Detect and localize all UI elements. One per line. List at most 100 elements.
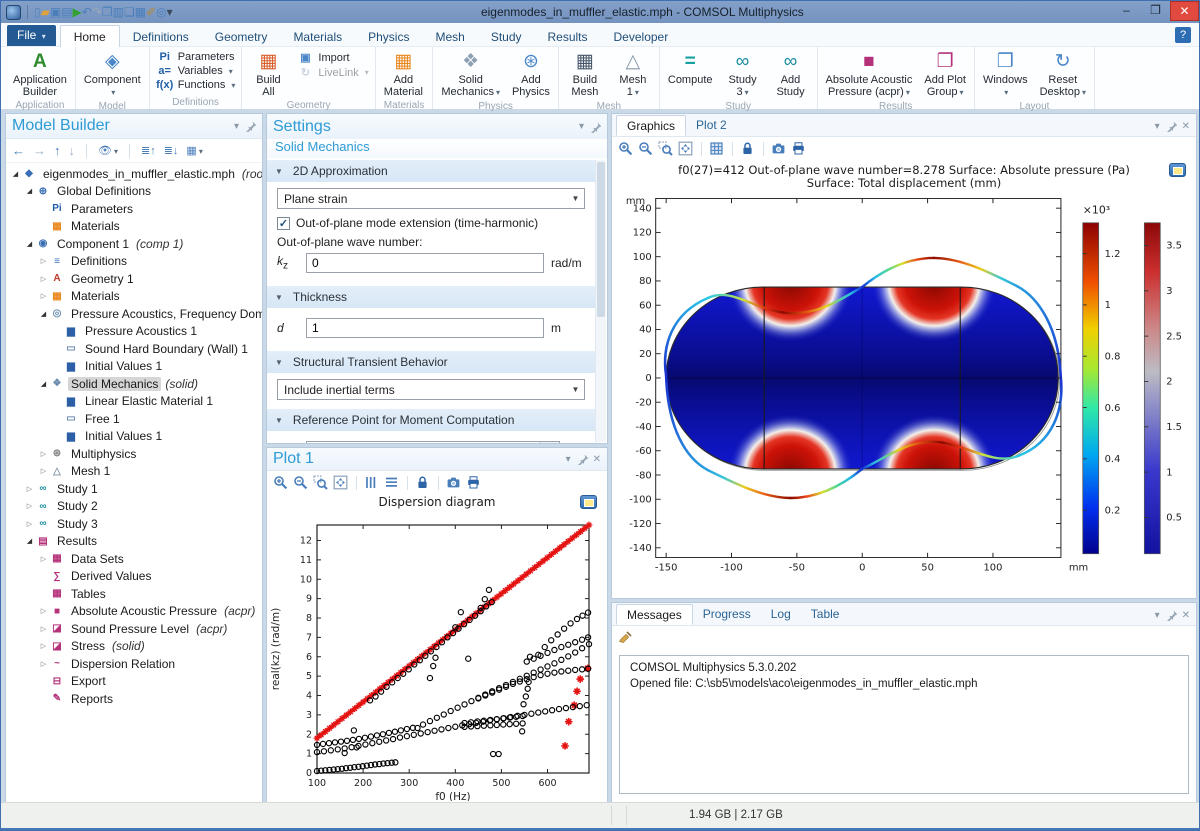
pin-icon[interactable] [1165,609,1177,621]
collapse-all-icon[interactable]: ≣↑ [141,144,156,157]
tree-item-stress[interactable]: ▷◪Stress(solid) [6,638,262,656]
tree-expander-icon[interactable]: ▷ [38,642,49,650]
tree-expander-icon[interactable]: ▷ [38,450,49,458]
tree-item-study-3[interactable]: ▷∞Study 3 [6,515,262,533]
duplicate-icon[interactable]: ❏ [124,5,135,19]
delete-icon[interactable]: ▦ [135,5,146,19]
show-options-icon[interactable]: 👁︎▾ [98,144,118,157]
tree-expander-icon[interactable]: ▷ [38,625,49,633]
tree-item-linear-elastic-material-1[interactable]: ▆Linear Elastic Material 1 [6,393,262,411]
move-up-icon[interactable]: ↑ [54,143,61,158]
build-mesh-button[interactable]: ▦BuildMesh [562,48,608,101]
livelink-button[interactable]: ↻LiveLink▾ [292,65,372,80]
application-builder-button[interactable]: AApplicationBuilder [8,48,72,100]
lock-icon[interactable] [415,475,431,491]
pin-icon[interactable] [576,453,588,465]
out-of-plane-checkbox[interactable]: ✓ [277,217,290,230]
axis-x-icon[interactable] [384,475,400,491]
tree-expander-icon[interactable]: ◢ [24,240,35,248]
tree-item-sound-pressure-level[interactable]: ▷◪Sound Pressure Level(acpr) [6,620,262,638]
minimize-button[interactable]: – [1112,1,1141,21]
zoom-box-icon[interactable] [658,141,674,157]
tree-item-materials[interactable]: ▦Materials [6,218,262,236]
mesh-1-button[interactable]: △Mesh1▾ [610,48,656,101]
move-down-icon[interactable]: ↓ [69,143,76,158]
camera-icon[interactable] [771,141,787,157]
functions-button[interactable]: f(x)Functions▾ [152,78,240,92]
model-settings-icon[interactable]: ▦▾ [186,144,202,157]
close-panel-icon[interactable]: ✕ [1182,121,1190,132]
tree-item-pressure-acoustics-frequency-domain[interactable]: ◢◎Pressure Acoustics, Frequency Domain(a… [6,305,262,323]
copy-icon[interactable]: ❐ [102,5,113,19]
2d-approximation-select[interactable]: Plane strain ▼ [277,188,585,209]
tree-item-initial-values-1[interactable]: ▆Initial Values 1 [6,428,262,446]
section-reference-point[interactable]: ▼ Reference Point for Moment Computation [267,409,595,431]
tab-study[interactable]: Study [478,26,535,48]
tree-expander-icon[interactable]: ▷ [38,660,49,668]
tree-expander-icon[interactable]: ▷ [24,485,35,493]
compute-button[interactable]: =Compute [663,48,718,101]
tree-expander-icon[interactable]: ◢ [24,187,35,195]
tree-item-tables[interactable]: ▦Tables [6,585,262,603]
tree-expander-icon[interactable]: ▷ [38,607,49,615]
tree-item-export[interactable]: ⊟Export [6,673,262,691]
close-panel-icon[interactable]: ✕ [593,454,601,465]
thickness-input[interactable] [306,318,544,338]
tree-expander-icon[interactable]: ▷ [38,467,49,475]
tab-messages[interactable]: Messages [616,604,693,625]
tree-expander-icon[interactable]: ◢ [24,537,35,545]
tree-expander-icon[interactable]: ▷ [24,520,35,528]
add-study-button[interactable]: ∞AddStudy [768,48,814,101]
new-file-icon[interactable]: ▯ [34,5,41,19]
transient-behavior-select[interactable]: Include inertial terms ▼ [277,379,585,400]
camera-icon[interactable] [446,475,462,491]
build-all-button[interactable]: ▦BuildAll [245,48,291,100]
panel-menu-icon[interactable]: ▾ [579,121,584,132]
tree-item-eigenmodes-in-muffler-elastic-mph[interactable]: ◢◆eigenmodes_in_muffler_elastic.mph(root… [6,165,262,183]
tree-item-materials[interactable]: ▷▦Materials [6,288,262,306]
open-file-icon[interactable]: ▰ [41,5,50,19]
tree-expander-icon[interactable]: ▷ [38,555,49,563]
zoom-extents-icon[interactable] [678,141,694,157]
help-button[interactable]: ? [1175,27,1191,43]
save-as-icon[interactable]: ▤ [61,5,72,19]
grid-icon[interactable] [709,141,725,157]
pin-icon[interactable] [244,120,256,132]
back-icon[interactable]: ← [12,143,25,158]
add-plot-group-button[interactable]: ❐Add PlotGroup▾ [919,48,971,101]
tree-expander-icon[interactable]: ▷ [38,257,49,265]
tree-expander-icon[interactable]: ▷ [38,292,49,300]
tree-expander-icon[interactable]: ▷ [24,502,35,510]
tree-expander-icon[interactable]: ◢ [38,310,49,318]
tree-item-component-1[interactable]: ◢◉Component 1(comp 1) [6,235,262,253]
tab-results[interactable]: Results [535,26,601,48]
lock-icon[interactable] [740,141,756,157]
maximize-button[interactable]: ❐ [1141,1,1170,21]
zoom-in-icon[interactable] [618,141,634,157]
component-button[interactable]: ◈Component▾ [79,48,146,101]
tab-physics[interactable]: Physics [355,26,422,48]
tree-item-global-definitions[interactable]: ◢⊕Global Definitions [6,183,262,201]
add-physics-button[interactable]: ⊛AddPhysics [507,48,555,101]
undo-icon[interactable]: ↶ [82,5,92,19]
tree-expander-icon[interactable]: ◢ [10,170,21,178]
close-panel-icon[interactable]: ✕ [1182,610,1190,621]
tree-item-parameters[interactable]: PiParameters [6,200,262,218]
tab-developer[interactable]: Developer [601,26,682,48]
tab-mesh[interactable]: Mesh [422,26,477,48]
windows-button[interactable]: ❐Windows▾ [978,48,1033,101]
section-thickness[interactable]: ▼ Thickness [267,286,595,308]
panel-menu-icon[interactable]: ▾ [1155,121,1160,132]
parameters-button[interactable]: PiParameters [152,50,240,64]
zoom-in-icon[interactable] [273,475,289,491]
absolute-acoustic-pressure-acpr-button[interactable]: ■Absolute AcousticPressure (acpr)▾ [821,48,918,101]
import-button[interactable]: ▣Import [292,50,372,65]
zoom-out-icon[interactable] [638,141,654,157]
section-2d-approximation[interactable]: ▼ 2D Approximation [267,160,595,182]
paste-icon[interactable]: ▥ [113,5,124,19]
tree-item-initial-values-1[interactable]: ▆Initial Values 1 [6,358,262,376]
tree-item-study-2[interactable]: ▷∞Study 2 [6,498,262,516]
tree-item-geometry-1[interactable]: ▷AGeometry 1 [6,270,262,288]
tree-item-study-1[interactable]: ▷∞Study 1 [6,480,262,498]
forward-icon[interactable]: → [33,143,46,158]
